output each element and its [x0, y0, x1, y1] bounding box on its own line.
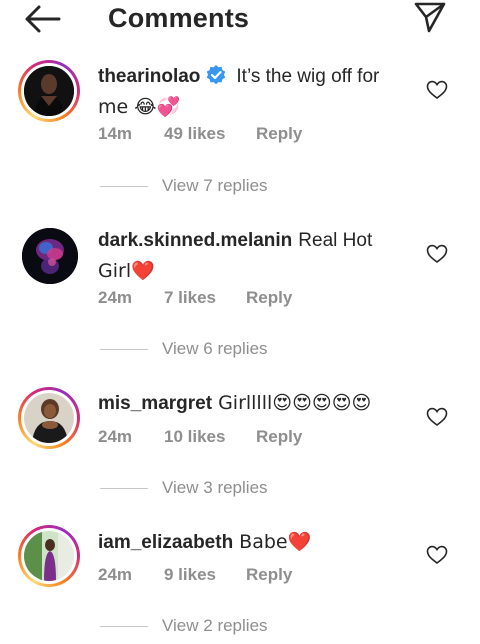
- like-button[interactable]: [426, 80, 448, 100]
- comment-body-continued: Girl❤️: [98, 260, 155, 282]
- page-title: Comments: [108, 3, 250, 33]
- comment-body: Girlllll😍😍😍😍😍: [218, 392, 372, 414]
- story-ring: [18, 60, 80, 122]
- reply-button[interactable]: Reply: [246, 288, 292, 308]
- reply-button[interactable]: Reply: [246, 565, 292, 585]
- like-button[interactable]: [426, 407, 448, 427]
- comment-username[interactable]: thearinolao: [98, 66, 200, 87]
- comment-body: It’s the wig off for: [236, 66, 380, 87]
- arrow-left-icon: [25, 5, 61, 33]
- profile-photo: [24, 66, 74, 116]
- comment-username[interactable]: iam_elizaabeth: [98, 532, 233, 553]
- view-replies-button[interactable]: View 7 replies: [100, 176, 268, 196]
- avatar[interactable]: [18, 387, 80, 449]
- verified-badge-icon: [207, 65, 226, 85]
- comment-body: Real Hot: [298, 230, 373, 251]
- profile-photo: [24, 531, 74, 581]
- view-replies-label: View 3 replies: [162, 478, 268, 497]
- comment-text: thearinolao It’s the wig off for me 😂💞: [98, 62, 416, 123]
- comment-body-continued: me 😂💞: [98, 96, 181, 118]
- profile-photo: [24, 393, 74, 443]
- comment-meta: 14m 49 likes Reply: [98, 124, 302, 144]
- view-replies-button[interactable]: View 3 replies: [100, 478, 268, 498]
- story-ring: [18, 387, 80, 449]
- comment-timestamp: 14m: [98, 124, 133, 143]
- reply-button[interactable]: Reply: [256, 427, 302, 447]
- heart-outline-icon: [426, 80, 448, 99]
- back-button[interactable]: [22, 4, 62, 34]
- view-replies-label: View 2 replies: [162, 616, 268, 635]
- comment-timestamp: 24m: [98, 565, 133, 584]
- heart-outline-icon: [426, 545, 448, 564]
- avatar[interactable]: [18, 60, 80, 122]
- comment-timestamp: 24m: [98, 288, 133, 307]
- like-count[interactable]: 10 likes: [164, 427, 256, 447]
- comment-meta: 24m 10 likes Reply: [98, 427, 302, 447]
- view-replies-label: View 7 replies: [162, 176, 268, 195]
- reply-button[interactable]: Reply: [256, 124, 302, 144]
- comment-body: Babe❤️: [239, 531, 312, 553]
- view-replies-button[interactable]: View 6 replies: [100, 339, 268, 359]
- share-button[interactable]: [412, 0, 448, 34]
- view-replies-button[interactable]: View 2 replies: [100, 616, 268, 636]
- heart-outline-icon: [426, 244, 448, 263]
- comment-text: dark.skinned.melanin Real Hot Girl❤️: [98, 226, 416, 287]
- avatar[interactable]: [22, 228, 78, 284]
- comments-header: Comments: [0, 0, 480, 40]
- like-button[interactable]: [426, 545, 448, 565]
- comment-text: iam_elizaabeth Babe❤️: [98, 527, 416, 558]
- paper-plane-icon: [414, 2, 446, 33]
- heart-outline-icon: [426, 407, 448, 426]
- view-replies-label: View 6 replies: [162, 339, 268, 358]
- comment-meta: 24m 7 likes Reply: [98, 288, 292, 308]
- profile-photo: [22, 228, 78, 284]
- comment-text: mis_margret Girlllll😍😍😍😍😍: [98, 388, 416, 419]
- comment-meta: 24m 9 likes Reply: [98, 565, 292, 585]
- avatar[interactable]: [18, 525, 80, 587]
- comment-username[interactable]: mis_margret: [98, 393, 212, 414]
- like-count[interactable]: 9 likes: [164, 565, 246, 585]
- like-count[interactable]: 7 likes: [164, 288, 246, 308]
- replies-divider: [100, 348, 148, 350]
- comment-username[interactable]: dark.skinned.melanin: [98, 230, 292, 251]
- replies-divider: [100, 185, 148, 187]
- replies-divider: [100, 487, 148, 489]
- replies-divider: [100, 625, 148, 627]
- like-count[interactable]: 49 likes: [164, 124, 256, 144]
- story-ring: [18, 525, 80, 587]
- comment-timestamp: 24m: [98, 427, 133, 446]
- like-button[interactable]: [426, 244, 448, 264]
